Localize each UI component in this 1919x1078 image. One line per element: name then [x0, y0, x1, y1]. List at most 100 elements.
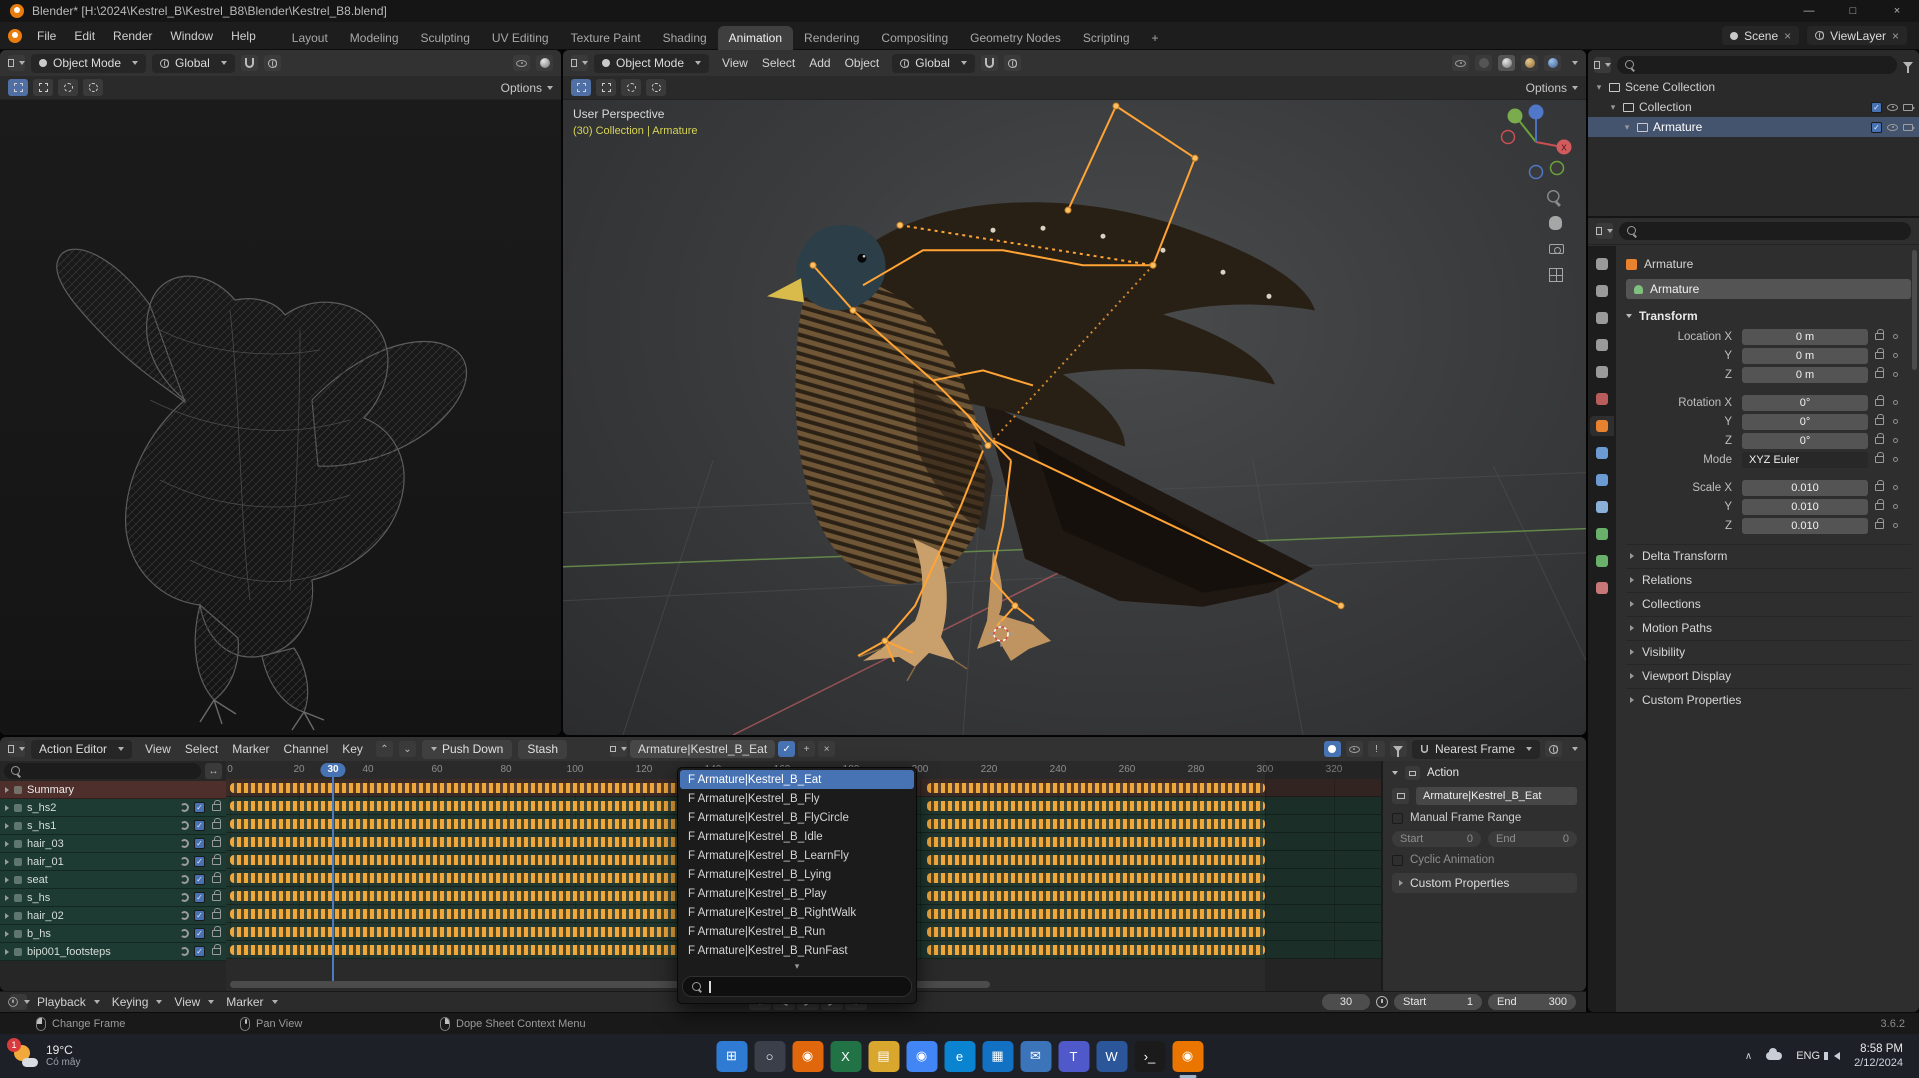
shaded-canvas[interactable]: User Perspective (30) Collection | Armat…	[563, 100, 1586, 735]
value-field[interactable]: 0°	[1742, 413, 1868, 430]
menu-marker[interactable]: Marker	[225, 739, 276, 759]
channel-enable-checkbox[interactable]: ✓	[194, 820, 205, 831]
scene-selector[interactable]: Scene ×	[1722, 26, 1800, 45]
select-box-tool[interactable]	[596, 79, 616, 96]
value-field[interactable]: 0.010	[1742, 479, 1868, 496]
onedrive-cloud-icon[interactable]	[1766, 1048, 1783, 1060]
channel-enable-checkbox[interactable]: ✓	[194, 856, 205, 867]
channel-row[interactable]: seat ✓	[0, 871, 226, 889]
overlays-icon[interactable]	[513, 55, 530, 71]
proportional-edit-icon[interactable]	[1545, 741, 1562, 757]
editor-type-icon[interactable]	[8, 55, 25, 71]
tab-physics[interactable]	[1590, 470, 1614, 490]
menu-channel[interactable]: Channel	[277, 739, 336, 759]
channel-enable-checkbox[interactable]: ✓	[194, 874, 205, 885]
lock-icon[interactable]	[212, 908, 221, 919]
tab-animation[interactable]: Animation	[717, 25, 794, 50]
animate-decorator-icon[interactable]	[1893, 438, 1898, 443]
lock-icon[interactable]	[1875, 395, 1884, 406]
editor-type-icon[interactable]	[8, 741, 25, 757]
lock-icon[interactable]	[1875, 452, 1884, 463]
modifier-wrench-icon[interactable]	[180, 821, 189, 830]
keyframe-strip[interactable]	[927, 927, 1265, 937]
object-name-field[interactable]: Armature	[1626, 279, 1911, 299]
value-field[interactable]: 0.010	[1742, 517, 1868, 534]
lock-icon[interactable]	[1875, 367, 1884, 378]
tab-object[interactable]	[1590, 416, 1614, 436]
filter-funnel-icon[interactable]	[1389, 741, 1407, 757]
chrome-icon[interactable]: ◉	[906, 1040, 937, 1072]
panel-section-header[interactable]: Relations	[1626, 568, 1911, 591]
menu-select[interactable]: Select	[178, 739, 225, 759]
tab-scene[interactable]	[1590, 362, 1614, 382]
modifier-wrench-icon[interactable]	[180, 893, 189, 902]
cyclic-animation-checkbox[interactable]	[1392, 854, 1403, 866]
properties-editor-icon[interactable]	[1596, 223, 1613, 239]
transform-panel-header[interactable]: Transform	[1626, 305, 1911, 327]
scrollbar[interactable]	[1912, 250, 1917, 370]
keyframe-strip[interactable]	[927, 783, 1265, 793]
lock-icon[interactable]	[1875, 329, 1884, 340]
menu-edit[interactable]: Edit	[65, 25, 104, 47]
current-frame-field[interactable]: 30	[1322, 994, 1370, 1010]
channel-enable-checkbox[interactable]: ✓	[194, 802, 205, 813]
manual-frame-range-checkbox[interactable]	[1392, 812, 1403, 824]
stash-button[interactable]: Stash	[518, 739, 567, 759]
firefox-icon[interactable]: ◉	[792, 1040, 823, 1072]
lock-icon[interactable]	[1875, 518, 1884, 529]
scene-unlink-icon[interactable]: ×	[1784, 29, 1791, 43]
tab-output[interactable]	[1590, 308, 1614, 328]
shading-material-icon[interactable]	[1521, 55, 1538, 71]
tab-modeling[interactable]: Modeling	[339, 26, 410, 50]
close-button[interactable]: ×	[1875, 0, 1919, 22]
value-field[interactable]: 0 m	[1742, 328, 1868, 345]
layer-up-icon[interactable]: ⌃	[375, 741, 393, 757]
disable-render-icon[interactable]	[1903, 103, 1915, 111]
minimize-button[interactable]: —	[1787, 0, 1831, 22]
start-frame-field[interactable]: Start 0	[1392, 831, 1481, 847]
outliner-row[interactable]: ▾ Scene Collection ✓	[1588, 77, 1919, 97]
mode-select[interactable]: Object Mode	[594, 53, 710, 73]
keyframe-strip[interactable]	[927, 855, 1265, 865]
channel-row[interactable]: b_hs ✓	[0, 925, 226, 943]
value-field[interactable]: 0.010	[1742, 498, 1868, 515]
end-frame-field[interactable]: End 0	[1488, 831, 1577, 847]
lock-icon[interactable]	[1875, 348, 1884, 359]
new-action-icon[interactable]: +	[798, 741, 816, 757]
action-menu-item[interactable]: F Armature|Kestrel_B_RightWalk	[678, 903, 916, 922]
taskbar-clock[interactable]: 8:58 PM 2/12/2024	[1854, 1042, 1903, 1070]
tab-world[interactable]	[1590, 389, 1614, 409]
keyframe-strip[interactable]	[927, 909, 1265, 919]
menu-key[interactable]: Key	[335, 739, 370, 759]
filter-icon[interactable]	[1903, 62, 1913, 73]
lock-icon[interactable]	[1875, 499, 1884, 510]
outliner-editor-icon[interactable]	[1594, 57, 1611, 73]
action-menu-item[interactable]: F Armature|Kestrel_B_LearnFly	[678, 846, 916, 865]
lock-icon[interactable]	[212, 854, 221, 865]
channel-row[interactable]: hair_02 ✓	[0, 907, 226, 925]
menu-file[interactable]: File	[28, 25, 65, 47]
tab-view-layer[interactable]	[1590, 335, 1614, 355]
edge-icon[interactable]: e	[944, 1040, 975, 1072]
snap-mode-select[interactable]: Nearest Frame	[1411, 739, 1540, 759]
tab-layout[interactable]: Layout	[281, 26, 339, 50]
outliner-row[interactable]: ▾ Armature ✓	[1588, 117, 1919, 137]
panel-section-header[interactable]: Visibility	[1626, 640, 1911, 663]
tab-uv-editing[interactable]: UV Editing	[481, 26, 560, 50]
keyframe-strip[interactable]	[230, 909, 682, 919]
auto-keying-clock-icon[interactable]	[1376, 996, 1388, 1008]
outliner-search-input[interactable]	[1617, 56, 1897, 74]
value-field[interactable]: 0 m	[1742, 347, 1868, 364]
modifier-wrench-icon[interactable]	[180, 929, 189, 938]
xray-icon[interactable]	[536, 55, 553, 71]
outliner-row[interactable]: ▾ Collection ✓	[1588, 97, 1919, 117]
unlink-action-icon[interactable]: ×	[818, 741, 836, 757]
tab-add[interactable]: +	[1141, 26, 1170, 50]
hide-eye-icon[interactable]	[1887, 123, 1898, 131]
channel-row[interactable]: bip001_footsteps ✓	[0, 943, 226, 961]
playhead-line[interactable]	[332, 775, 334, 981]
channel-search-input[interactable]	[4, 763, 201, 779]
lock-icon[interactable]	[1875, 480, 1884, 491]
action-menu-item[interactable]: F Armature|Kestrel_B_FlyCircle	[678, 808, 916, 827]
lock-icon[interactable]	[212, 926, 221, 937]
